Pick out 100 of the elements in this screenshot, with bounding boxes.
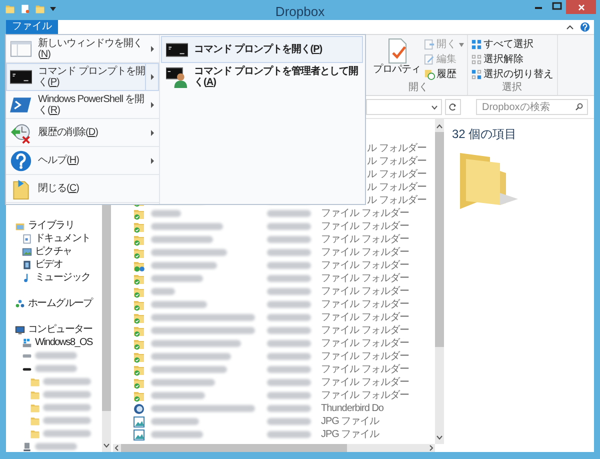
ribbon-button[interactable]: 選択解除 [470, 53, 554, 66]
synced-folder-icon [133, 208, 145, 220]
file-type: ファイル フォルダー [321, 246, 409, 259]
scrollbar[interactable] [435, 119, 444, 444]
help-icon[interactable] [580, 22, 590, 32]
folder-icon [30, 428, 40, 438]
nav-item[interactable]: ビデオ [35, 258, 63, 271]
nav-item[interactable]: Windows8_OS [35, 336, 92, 349]
nav-item[interactable]: ホームグループ [28, 297, 92, 310]
blurred-file-name [151, 288, 175, 295]
scroll-right-icon[interactable] [427, 444, 435, 452]
scroll-down-icon[interactable] [435, 434, 444, 442]
blurred-date [267, 249, 311, 256]
search-field[interactable]: Dropboxの検索 [476, 99, 588, 115]
menu-item[interactable]: ヘルプ(H) [6, 147, 159, 175]
dropdown-caret-icon [431, 104, 438, 110]
folder-icon [10, 178, 32, 200]
horizontal-scrollbar[interactable] [113, 444, 435, 452]
dropdown-caret-icon[interactable] [50, 6, 56, 12]
blurred-file-name [151, 262, 217, 269]
synced-folder-icon [133, 390, 145, 402]
menu-item[interactable]: コマンド プロンプトを開く(P) [161, 36, 363, 63]
synced-folder-icon [133, 220, 145, 232]
admin-console-icon [166, 66, 188, 88]
refresh-button[interactable] [445, 99, 461, 115]
blurred-date [267, 275, 311, 282]
file-type: ファイル フォルダー [321, 220, 409, 233]
file-type: ファイル フォルダー [321, 324, 409, 337]
blurred-date [267, 366, 311, 373]
file-type: ル フォルダー [367, 142, 426, 155]
edit-icon [424, 54, 434, 65]
menu-item[interactable]: Windows PowerShell を開く(R) [6, 91, 159, 119]
menu-item[interactable]: コマンド プロンプトを管理者として開く(A) [161, 63, 363, 90]
file-type: ル フォルダー [367, 168, 426, 181]
synced-folder-icon [133, 286, 145, 298]
file-type: ファイル フォルダー [321, 363, 409, 376]
nav-item[interactable]: ライブラリ [28, 219, 74, 232]
image-file-icon [133, 416, 145, 428]
ribbon-group-label: 選択 [501, 82, 523, 95]
menu-item[interactable]: コマンド プロンプトを開く(P) [6, 63, 159, 91]
folder-icon [5, 4, 15, 14]
blurred-file-name [151, 418, 199, 425]
address-field[interactable] [366, 99, 442, 115]
blurred-date [267, 301, 311, 308]
history-icon [424, 69, 434, 80]
ribbon-button[interactable]: 選択の切り替え [470, 68, 554, 81]
blurred-date [267, 353, 311, 360]
blurred-date [267, 340, 311, 347]
search-icon [575, 103, 583, 111]
menu-item[interactable]: 閉じる(C) [6, 175, 159, 203]
file-type: ファイル フォルダー [321, 376, 409, 389]
scroll-down-icon[interactable] [102, 442, 111, 450]
file-type: ル フォルダー [367, 155, 426, 168]
blurred-date [267, 418, 311, 425]
close-icon [578, 4, 584, 10]
library-icon [15, 220, 25, 230]
folder-icon [30, 390, 40, 400]
blurred-file-name [151, 392, 205, 399]
synced-folder-icon [133, 272, 145, 284]
close-button[interactable] [566, 0, 596, 14]
properties-icon [386, 38, 408, 64]
menu-item[interactable]: 履歴の削除(D) [6, 119, 159, 147]
properties-button[interactable]: プロパティ [373, 38, 420, 82]
blurred-date [267, 262, 311, 269]
blurred-date [267, 236, 311, 243]
scroll-left-icon[interactable] [113, 444, 121, 452]
image-file-icon [133, 428, 145, 440]
globe-icon [133, 402, 145, 414]
collapse-ribbon-icon[interactable] [566, 24, 574, 30]
nav-item[interactable]: ミュージック [35, 271, 90, 284]
blurred-date [267, 288, 311, 295]
blurred-file-name [151, 275, 203, 282]
drive-icon [22, 338, 32, 348]
nav-item[interactable]: コンピューター [28, 323, 92, 336]
synced-folder-icon [133, 312, 145, 324]
blurred-date [267, 392, 311, 399]
document-icon [22, 234, 32, 244]
homegroup-icon [15, 298, 25, 308]
ribbon-tab[interactable]: ファイル [6, 20, 58, 34]
folder-icon [30, 402, 40, 412]
file-type: ファイル フォルダー [321, 311, 409, 324]
blurred-date [267, 210, 311, 217]
nav-item[interactable]: ピクチャ [35, 245, 72, 258]
file-type: Thunderbird Do [321, 402, 384, 415]
ribbon-button[interactable]: すべて選択 [470, 38, 554, 51]
blurred-file-name [151, 236, 213, 243]
synced-folder-icon [133, 298, 145, 310]
file-type: ファイル フォルダー [321, 233, 409, 246]
new-document-icon[interactable] [20, 4, 30, 14]
file-type: ファイル フォルダー [321, 337, 409, 350]
nav-item[interactable]: ドキュメント [35, 232, 90, 245]
blurred-file-name [151, 210, 181, 217]
ribbon-button[interactable]: 履歴 [424, 68, 464, 81]
synced-folder-icon [133, 324, 145, 336]
file-type: ル フォルダー [367, 194, 426, 207]
blurred-date [267, 314, 311, 321]
synced-folder-icon [133, 246, 145, 258]
shared-folder-icon [133, 260, 145, 272]
synced-folder-icon [133, 234, 145, 246]
scroll-up-icon[interactable] [435, 122, 444, 130]
